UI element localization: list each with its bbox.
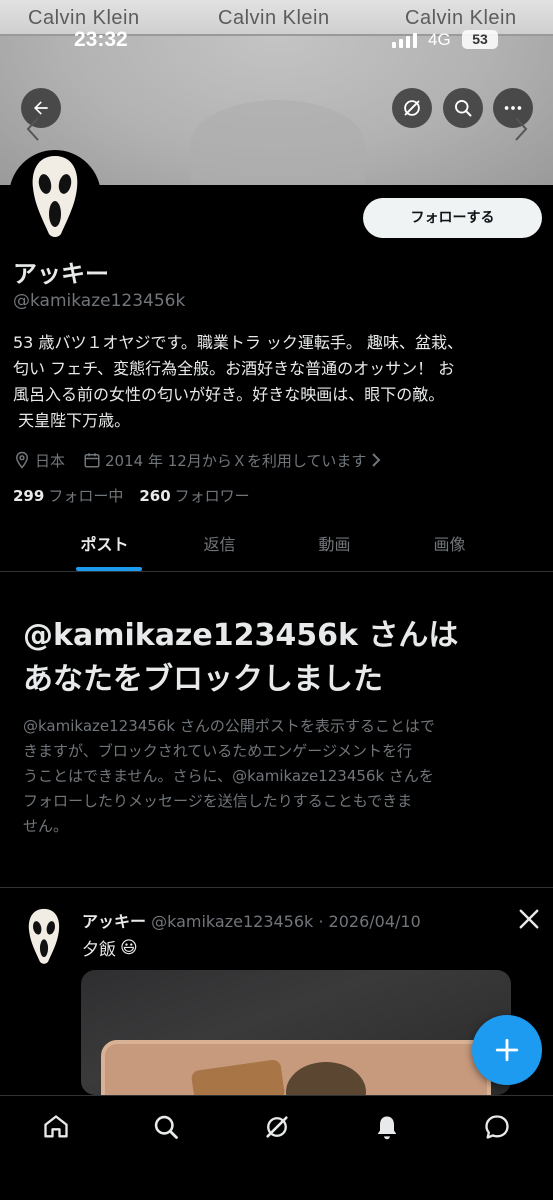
grok-button[interactable] xyxy=(392,88,432,128)
profile-bio: 53 歳バツ１オヤジです。職業トラ ック運転手。 趣味、盆栽、 匂い フェチ、変… xyxy=(13,330,538,434)
banner-brand-text: Calvin Klein xyxy=(218,7,330,29)
messages-icon xyxy=(485,1115,509,1139)
post-header: アッキー @kamikaze123456k · 2026/04/10 xyxy=(82,908,421,932)
network-label: 4G xyxy=(428,30,451,49)
blocked-title-line: あなたをブロックしました xyxy=(23,662,383,697)
nav-grok[interactable] xyxy=(262,1112,292,1142)
following-count: 299 xyxy=(13,487,45,505)
search-button[interactable] xyxy=(443,88,483,128)
blocked-description: @kamikaze123456k さんの公開ポストを表示することはで きますが、… xyxy=(23,714,533,839)
chevron-right-icon[interactable] xyxy=(514,116,528,142)
profile-joined[interactable]: 2014 年 12月からＸを利用しています xyxy=(83,450,382,471)
followers-count: 260 xyxy=(139,487,171,505)
tab-replies[interactable]: 返信 xyxy=(162,520,277,571)
tab-posts[interactable]: ポスト xyxy=(47,520,162,571)
grok-icon xyxy=(266,1116,288,1138)
blocked-desc-line: @kamikaze123456k さんの公開ポストを表示することはで xyxy=(23,717,435,735)
location-label: 日本 xyxy=(35,451,66,470)
x-logo-icon xyxy=(519,909,539,929)
search-icon xyxy=(455,100,472,117)
profile-location: 日本 xyxy=(13,450,65,471)
ghostface-mask-icon xyxy=(32,156,78,237)
blocked-title: @kamikaze123456k さんは あなたをブロックしました xyxy=(23,614,533,702)
bio-line: 風呂入る前の女性の匂いが好き。好きな映画は、眼下の敵。 xyxy=(13,385,445,404)
profile-tabs: ポスト 返信 動画 画像 xyxy=(0,520,553,572)
grok-icon xyxy=(404,100,420,116)
calendar-icon xyxy=(84,453,100,468)
post-author[interactable]: アッキー xyxy=(82,912,146,931)
banner-brand-text: Calvin Klein xyxy=(28,7,140,29)
tab-images[interactable]: 画像 xyxy=(392,520,507,571)
following-count-link[interactable]: 299 フォロー中 xyxy=(13,485,123,506)
post-avatar[interactable] xyxy=(20,906,68,970)
ghostface-mask-icon xyxy=(28,908,60,964)
nav-search[interactable] xyxy=(151,1112,181,1142)
nav-notifications[interactable] xyxy=(372,1112,402,1142)
nav-messages[interactable] xyxy=(482,1112,512,1142)
profile-name: アッキー xyxy=(13,260,109,288)
profile-meta: 日本 2014 年 12月からＸを利用しています xyxy=(13,449,400,471)
nav-home[interactable] xyxy=(41,1112,71,1142)
followers-label: フォロワー xyxy=(174,487,250,505)
blocked-desc-line: うことはできません。さらに、@kamikaze123456k さんを xyxy=(23,767,434,785)
location-pin-icon xyxy=(15,451,29,469)
home-icon xyxy=(44,1115,68,1138)
search-icon xyxy=(154,1115,178,1139)
chevron-left-icon[interactable] xyxy=(26,116,40,142)
chevron-right-icon xyxy=(372,453,381,467)
post-image[interactable] xyxy=(81,970,511,1095)
blocked-desc-line: せん。 xyxy=(23,817,69,835)
tab-videos[interactable]: 動画 xyxy=(277,520,392,571)
banner-brand-text: Calvin Klein xyxy=(405,7,517,29)
signal-icon xyxy=(392,32,417,48)
post-text-content: 夕飯 xyxy=(82,940,116,960)
bio-line: 53 歳バツ１オヤジです。職業トラ ック運転手。 趣味、盆栽、 xyxy=(13,333,464,352)
banner-photo-detail xyxy=(190,100,365,185)
status-bar: 23:32 4G 53 xyxy=(0,28,553,54)
plus-icon xyxy=(495,1038,519,1062)
blocked-title-line: @kamikaze123456k さんは xyxy=(23,618,459,653)
blocked-desc-line: きますが、ブロックされているためエンゲージメントを行 xyxy=(23,742,412,760)
bottom-nav xyxy=(0,1095,553,1200)
blocked-desc-line: フォローしたりメッセージを送信したりすることもできま xyxy=(23,792,413,810)
post-meta: @kamikaze123456k · 2026/04/10 xyxy=(146,912,421,931)
status-time: 23:32 xyxy=(74,28,128,51)
smiley-emoji: 😃 xyxy=(120,937,138,958)
compose-button[interactable] xyxy=(472,1015,542,1085)
following-label: フォロー中 xyxy=(48,487,124,505)
joined-label: 2014 年 12月からＸを利用しています xyxy=(105,451,367,470)
avatar[interactable] xyxy=(9,150,101,242)
bell-icon xyxy=(377,1116,397,1140)
divider xyxy=(0,887,553,888)
profile-handle: @kamikaze123456k xyxy=(13,291,186,311)
followers-count-link[interactable]: 260 フォロワー xyxy=(139,485,249,506)
profile-counts: 299 フォロー中 260 フォロワー xyxy=(13,485,250,506)
battery-icon: 53 xyxy=(462,30,498,49)
arrow-left-icon xyxy=(34,101,48,115)
follow-button[interactable]: フォローする xyxy=(363,198,542,238)
bio-line: 匂い フェチ、変態行為全般。お酒好きな普通のオッサン！ お xyxy=(13,359,455,378)
bio-line: 天皇陛下万歳。 xyxy=(13,411,131,430)
post-text: 夕飯 😃 xyxy=(82,935,138,961)
